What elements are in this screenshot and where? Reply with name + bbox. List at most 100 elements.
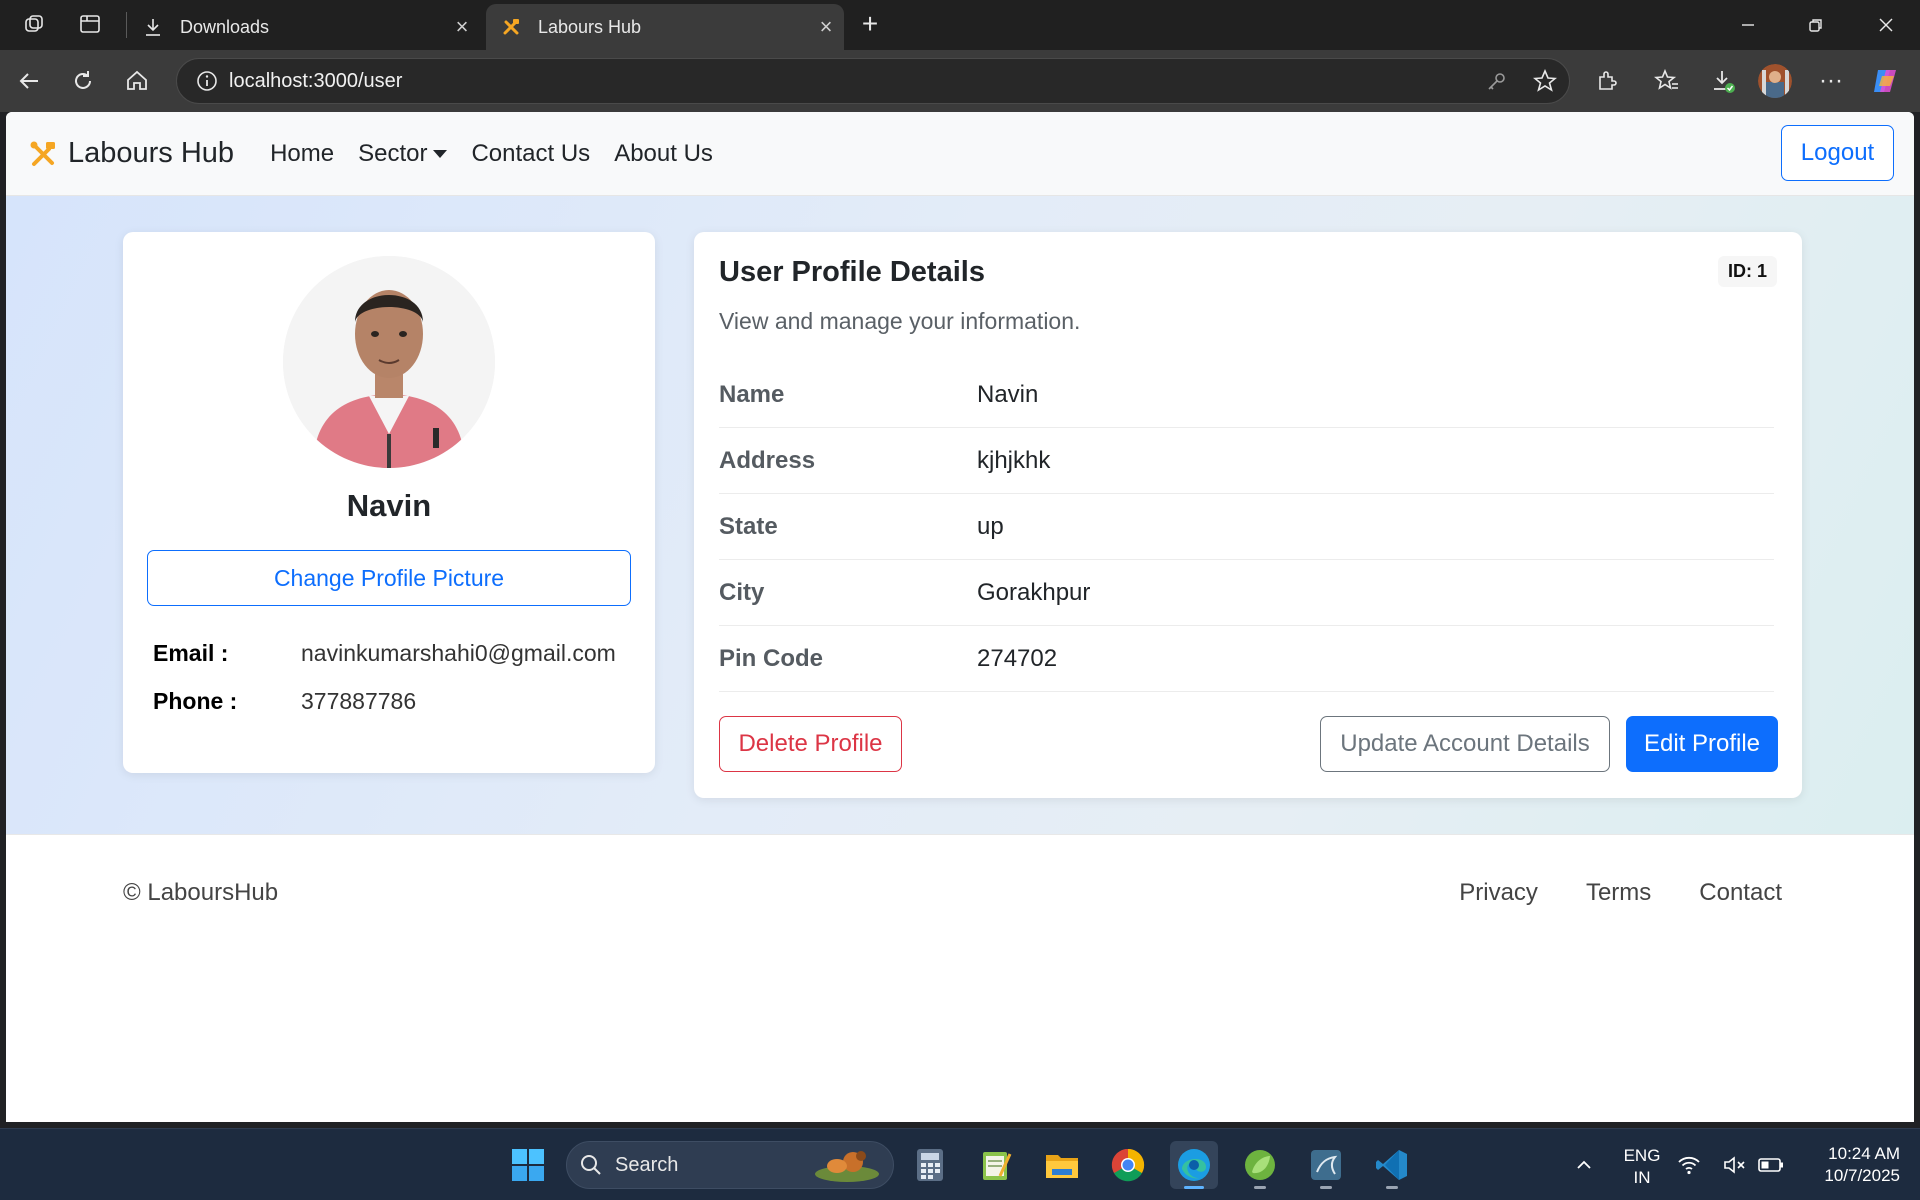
refresh-icon[interactable] [66,64,100,98]
phone-value: 377887786 [301,688,417,714]
tab-title: Labours Hub [538,16,642,37]
caret-down-icon [433,149,448,158]
copyright-text: © LaboursHub [123,879,279,906]
detail-label: Address [719,446,816,474]
key-icon[interactable] [1473,70,1521,92]
close-tab-icon[interactable]: × [444,14,480,40]
language-indicator[interactable]: ENG IN [1620,1145,1664,1189]
volume-muted-icon[interactable] [1720,1141,1750,1189]
browser-tab-bar: Downloads × Labours Hub × + [0,0,1920,50]
chrome-app-icon[interactable] [1104,1141,1152,1189]
language-code: ENG [1623,1146,1661,1165]
profile-summary-card: Navin Change Profile Picture Email : nav… [123,232,655,773]
workspaces-icon[interactable] [18,8,50,40]
extensions-icon[interactable] [1590,64,1624,98]
nav-about[interactable]: About Us [614,140,713,168]
address-bar[interactable]: localhost:3000/user [176,58,1570,104]
file-explorer-icon[interactable] [1038,1141,1086,1189]
favorites-icon[interactable] [1650,64,1684,98]
profile-section: Navin Change Profile Picture Email : nav… [6,196,1914,834]
minimize-icon[interactable] [1718,0,1778,50]
detail-row-name: Name Navin [719,362,1774,428]
tab-separator [126,12,127,38]
chevron-up-icon[interactable] [1560,1141,1608,1189]
footer-privacy-link[interactable]: Privacy [1459,879,1538,907]
nav-links: Home Sector Contact Us About Us [270,140,737,168]
email-row: Email : navinkumarshahi0@gmail.com [153,640,616,667]
change-profile-picture-button[interactable]: Change Profile Picture [147,550,631,606]
profile-avatar[interactable] [1758,64,1792,98]
page-viewport: Labours Hub Home Sector Contact Us About… [6,112,1914,1122]
detail-label: Pin Code [719,644,824,672]
clock-time: 10:24 AM [1828,1144,1900,1163]
close-tab-icon[interactable]: × [808,14,844,40]
notepad-app-icon[interactable] [972,1141,1020,1189]
wifi-icon[interactable] [1674,1141,1704,1189]
running-indicator [1386,1186,1398,1189]
new-tab-icon[interactable]: + [854,8,886,40]
tab-downloads[interactable]: Downloads × [128,4,480,50]
nav-home[interactable]: Home [270,140,334,168]
clock-date: 10/7/2025 [1824,1166,1900,1185]
logout-button[interactable]: Logout [1781,125,1894,181]
delete-profile-button[interactable]: Delete Profile [719,716,902,772]
browser-toolbar: localhost:3000/user ··· [0,50,1920,112]
profile-avatar [283,256,495,468]
detail-value: 274702 [977,644,1058,672]
email-label: Email : [153,640,229,666]
detail-row-address: Address kjhjkhk [719,428,1774,494]
spring-tool-icon[interactable] [1236,1141,1284,1189]
brand-link[interactable]: Labours Hub [28,137,234,170]
mysql-workbench-icon[interactable] [1302,1141,1350,1189]
copilot-icon[interactable] [1868,64,1902,98]
active-indicator [1184,1186,1204,1189]
home-icon[interactable] [120,64,154,98]
more-options-icon[interactable]: ··· [1814,64,1848,98]
details-title: User Profile Details [719,256,985,288]
detail-value: up [977,512,1004,540]
detail-value: Navin [977,380,1039,408]
phone-row: Phone : 377887786 [153,688,416,715]
profile-details-card: User Profile Details ID: 1 View and mana… [694,232,1802,798]
detail-value: Gorakhpur [977,578,1091,606]
restore-icon[interactable] [1786,0,1846,50]
nav-contact[interactable]: Contact Us [471,140,590,168]
vscode-app-icon[interactable] [1368,1141,1416,1189]
running-indicator [1320,1186,1332,1189]
url-text: localhost:3000/user [229,69,403,92]
calculator-app-icon[interactable] [906,1141,954,1189]
tab-labours-hub[interactable]: Labours Hub × [486,4,844,50]
start-windows-icon[interactable] [504,1141,552,1189]
footer-terms-link[interactable]: Terms [1586,879,1651,907]
search-highlight-icon [811,1146,883,1184]
profile-name: Navin [346,488,432,523]
taskbar-search[interactable]: Search [566,1141,894,1189]
tab-actions-icon[interactable] [74,8,106,40]
detail-label: City [719,578,765,606]
footer-contact-link[interactable]: Contact [1699,879,1782,907]
battery-icon[interactable] [1756,1141,1786,1189]
taskbar-clock[interactable]: 10:24 AM 10/7/2025 [1800,1143,1900,1187]
update-account-details-button[interactable]: Update Account Details [1320,716,1610,772]
footer-links: Privacy Terms Contact [1411,879,1782,907]
edit-profile-button[interactable]: Edit Profile [1626,716,1778,772]
detail-row-pin-code: Pin Code 274702 [719,626,1774,692]
downloads-icon[interactable] [1706,64,1740,98]
tools-icon [28,139,58,169]
details-subtitle: View and manage your information. [719,308,1081,334]
search-icon [567,1154,615,1176]
detail-row-city: City Gorakhpur [719,560,1774,626]
back-icon[interactable] [12,64,46,98]
download-icon [140,17,166,37]
detail-label: State [719,512,778,540]
detail-label: Name [719,380,785,408]
favorite-star-icon[interactable] [1521,69,1569,93]
close-window-icon[interactable] [1856,0,1916,50]
nav-sector-dropdown[interactable]: Sector [358,139,448,168]
nav-sector-label: Sector [358,139,428,167]
site-info-icon[interactable] [185,70,229,92]
windows-taskbar: Search ENG IN 10:24 AM 10/7/2025 [0,1128,1920,1200]
running-indicator [1254,1186,1266,1189]
edge-app-icon[interactable] [1170,1141,1218,1189]
site-navbar: Labours Hub Home Sector Contact Us About… [6,112,1914,196]
